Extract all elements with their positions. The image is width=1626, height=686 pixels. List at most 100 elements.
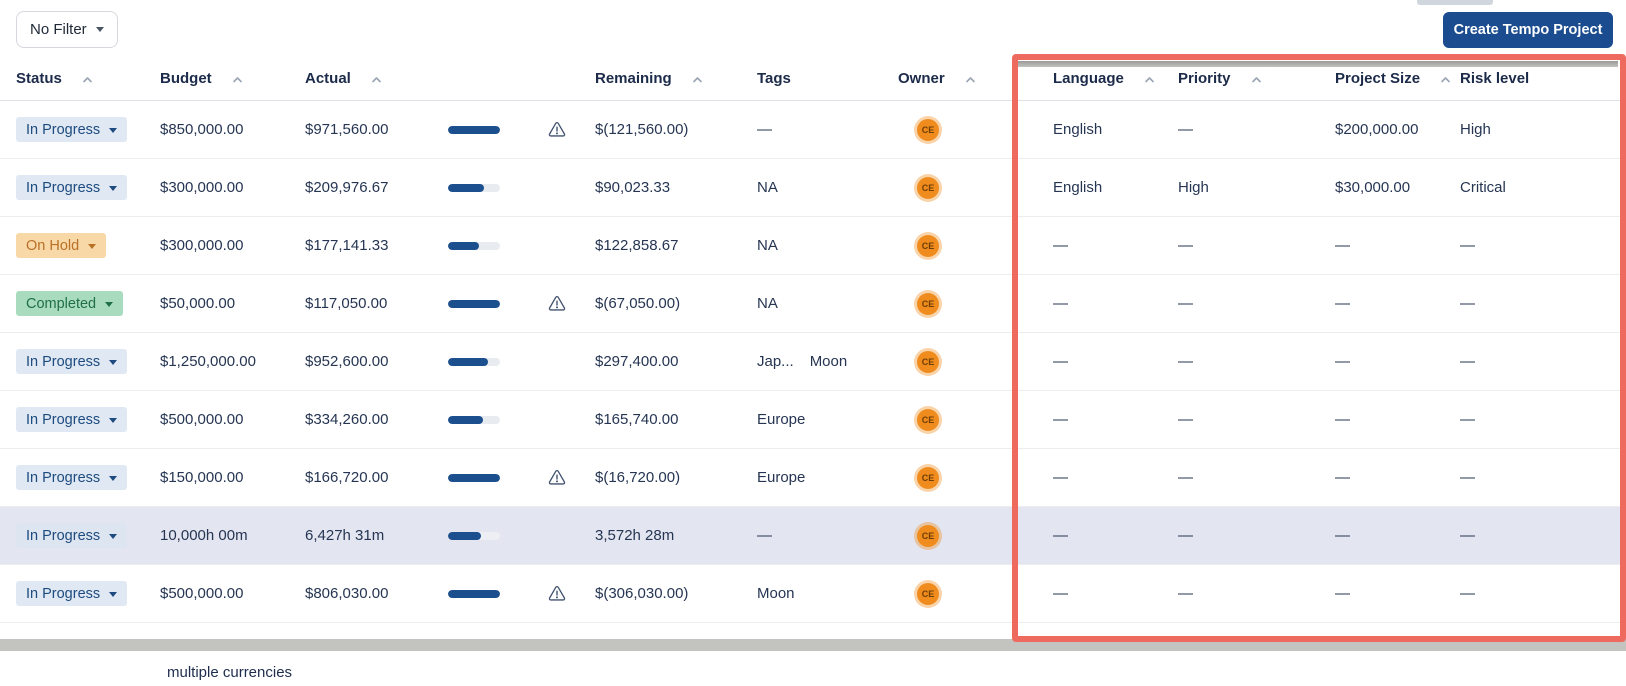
risk-level-cell: — (1460, 585, 1475, 602)
projects-table: Status Budget Actual Remaining Tags Owner… (0, 57, 1626, 623)
status-cell: In Progress (0, 523, 160, 548)
remaining-cell: $(306,030.00) (595, 585, 689, 602)
sort-chevron-icon (83, 76, 92, 82)
owner-avatar[interactable]: CE (917, 524, 939, 547)
status-badge[interactable]: In Progress (16, 349, 128, 374)
status-badge-label: Completed (26, 295, 97, 312)
table-row[interactable]: Completed $50,000.00 $117,050.00 $(67,050.… (0, 275, 1626, 333)
column-header-remaining[interactable]: Remaining (595, 70, 757, 87)
priority-cell: — (1178, 469, 1193, 486)
owner-avatar[interactable]: CE (917, 350, 939, 373)
status-cell: Completed (0, 291, 160, 316)
progress-bar (448, 357, 500, 366)
column-header-priority[interactable]: Priority (1178, 70, 1335, 87)
create-tempo-project-button[interactable]: Create Tempo Project (1443, 12, 1613, 48)
tags-cell: Moon (757, 585, 898, 602)
remaining-cell: $165,740.00 (595, 411, 679, 428)
table-row[interactable]: In Progress $300,000.00 $209,976.67 $90,023… (0, 159, 1626, 217)
project-size-cell: — (1335, 585, 1350, 602)
column-header-tags: Tags (757, 70, 898, 87)
owner-avatar[interactable]: CE (917, 118, 939, 141)
status-badge[interactable]: On Hold (16, 233, 107, 258)
status-cell: On Hold (0, 233, 160, 258)
table-row[interactable]: In Progress $500,000.00 $806,030.00 $(306,… (0, 565, 1626, 623)
column-header-project-size[interactable]: Project Size (1335, 70, 1460, 87)
table-row[interactable]: In Progress $1,250,000.00 $952,600.00 $297,… (0, 333, 1626, 391)
tags-cell: — (757, 121, 898, 138)
table-row[interactable]: In Progress $150,000.00 $166,720.00 $(16,7… (0, 449, 1626, 507)
chevron-down-icon (109, 475, 118, 481)
project-size-cell: — (1335, 295, 1350, 312)
table-row[interactable]: In Progress 10,000h 00m 6,427h 31m 3,572h 2… (0, 507, 1626, 565)
actual-cell: $117,050.00 (305, 295, 388, 312)
table-row[interactable]: In Progress $850,000.00 $971,560.00 $(121,… (0, 101, 1626, 159)
chevron-down-icon (109, 359, 118, 365)
status-badge[interactable]: In Progress (16, 465, 128, 490)
column-header-owner[interactable]: Owner (898, 70, 1053, 87)
tag: Moon (757, 585, 795, 602)
priority-cell: — (1178, 295, 1193, 312)
project-size-cell: — (1335, 411, 1350, 428)
filter-dropdown-button[interactable]: No Filter (16, 11, 118, 48)
sort-chevron-icon (692, 76, 702, 82)
owner-cell: CE (898, 292, 1053, 315)
progress-bar (448, 415, 500, 424)
owner-cell: CE (898, 582, 1053, 605)
column-header-label: Project Size (1335, 70, 1421, 87)
actual-cell: 6,427h 31m (305, 527, 385, 544)
remaining-cell: $(16,720.00) (595, 469, 681, 486)
table-row[interactable]: In Progress $500,000.00 $334,260.00 $165,74… (0, 391, 1626, 449)
actual-cell: $971,560.00 (305, 121, 389, 138)
risk-level-cell: — (1460, 469, 1475, 486)
column-header-actual[interactable]: Actual (305, 70, 447, 87)
remaining-cell: $(67,050.00) (595, 295, 681, 312)
sort-chevron-icon (1145, 76, 1154, 82)
actual-cell: $177,141.33 (305, 237, 389, 254)
tag: Europe (757, 469, 806, 486)
owner-avatar[interactable]: CE (917, 292, 939, 315)
language-cell: — (1053, 411, 1068, 428)
progress-bar (448, 241, 500, 250)
status-cell: In Progress (0, 117, 160, 142)
status-badge[interactable]: Completed (16, 291, 124, 316)
owner-avatar[interactable]: CE (917, 466, 939, 489)
status-badge[interactable]: In Progress (16, 581, 128, 606)
column-header-language[interactable]: Language (1053, 70, 1178, 87)
column-header-budget[interactable]: Budget (160, 70, 305, 87)
owner-cell: CE (898, 176, 1053, 199)
owner-avatar[interactable]: CE (917, 234, 939, 257)
project-size-cell: — (1335, 469, 1350, 486)
chevron-down-icon (109, 185, 118, 191)
status-badge[interactable]: In Progress (16, 523, 128, 548)
sort-chevron-icon (1251, 76, 1261, 82)
tags-cell: NA (757, 295, 898, 312)
status-badge-label: In Progress (26, 469, 101, 486)
status-badge[interactable]: In Progress (16, 175, 128, 200)
language-cell: — (1053, 469, 1068, 486)
owner-cell: CE (898, 350, 1053, 373)
status-badge-label: In Progress (26, 585, 101, 602)
budget-cell: $150,000.00 (160, 469, 244, 486)
language-cell: — (1053, 353, 1068, 370)
risk-level-cell: — (1460, 527, 1475, 544)
remaining-cell: $(121,560.00) (595, 121, 689, 138)
horizontal-scrollbar[interactable] (0, 639, 1626, 651)
owner-cell: CE (898, 524, 1053, 547)
chevron-down-icon (88, 243, 97, 249)
column-header-status[interactable]: Status (0, 70, 160, 87)
tempo-projects-page: No Filter Create Tempo Project Status Bu… (0, 0, 1626, 686)
warning-icon (548, 296, 566, 311)
tag: Moon (809, 353, 848, 370)
status-badge[interactable]: In Progress (16, 407, 128, 432)
status-badge[interactable]: In Progress (16, 117, 128, 142)
owner-avatar[interactable]: CE (917, 582, 939, 605)
pinned-columns-scrollbar[interactable] (1018, 61, 1618, 67)
owner-avatar[interactable]: CE (917, 408, 939, 431)
table-row[interactable]: On Hold $300,000.00 $177,141.33 $122,858.67… (0, 217, 1626, 275)
column-header-label: Budget (160, 70, 212, 87)
tag: Europe (757, 411, 806, 428)
owner-avatar[interactable]: CE (917, 176, 939, 199)
tag: — (757, 121, 772, 138)
tag: NA (757, 237, 778, 254)
progress-cell (447, 531, 595, 540)
